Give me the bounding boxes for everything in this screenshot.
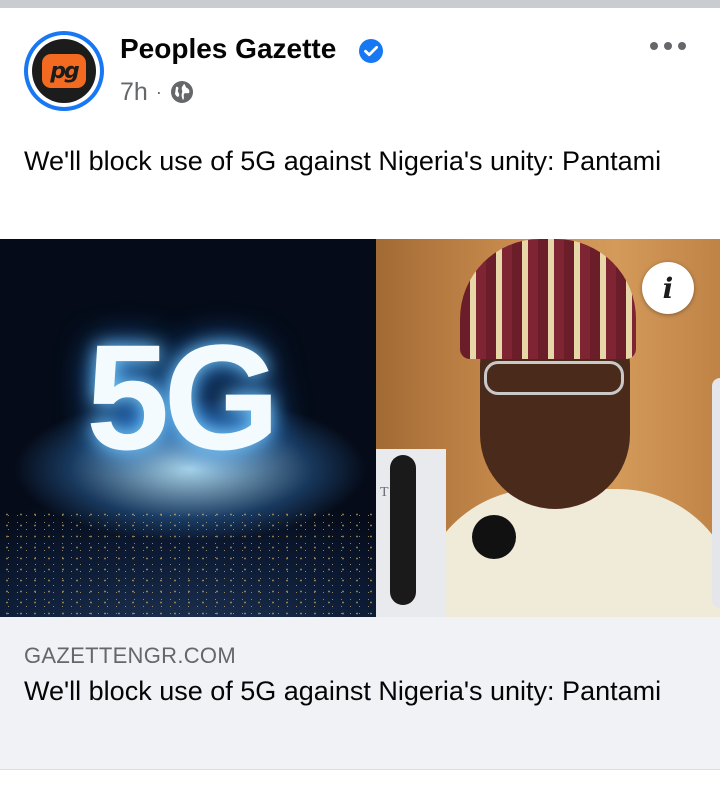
verified-badge-icon — [359, 39, 383, 63]
microphone-head — [472, 515, 516, 559]
link-domain: GAZETTENGR.COM — [24, 643, 236, 668]
speaker-cap — [460, 239, 636, 359]
avatar-frame: pg — [28, 35, 100, 107]
peoples-gazette-logo: pg — [42, 54, 86, 88]
info-icon[interactable]: i — [642, 262, 694, 314]
side-scroll-handle[interactable] — [712, 378, 720, 608]
post-caption: We'll block use of 5G against Nigeria's … — [24, 146, 662, 176]
microphone — [390, 455, 416, 605]
image-5g-text: 5G — [86, 313, 280, 481]
speaker-glasses — [484, 361, 624, 395]
post-image[interactable]: 5G TDA — [0, 239, 720, 617]
bottom-divider — [0, 769, 720, 770]
avatar[interactable]: pg — [24, 31, 104, 111]
globe-icon — [170, 81, 193, 103]
link-title[interactable]: We'll block use of 5G against Nigeria's … — [24, 673, 684, 709]
avatar-logo-bg: pg — [32, 39, 96, 103]
top-divider — [0, 0, 720, 8]
post-meta: 7h · — [120, 76, 194, 108]
speaker-robe — [418, 489, 720, 617]
image-5g-globe: 5G — [0, 239, 376, 617]
more-horizontal-icon — [650, 42, 686, 50]
city-lights — [0, 509, 376, 617]
page-name[interactable]: Peoples Gazette — [120, 32, 336, 66]
post-time[interactable]: 7h — [120, 78, 148, 107]
meta-separator: · — [155, 81, 162, 102]
more-options-button[interactable] — [644, 30, 692, 62]
link-preview[interactable]: GAZETTENGR.COM We'll block use of 5G aga… — [0, 617, 720, 769]
